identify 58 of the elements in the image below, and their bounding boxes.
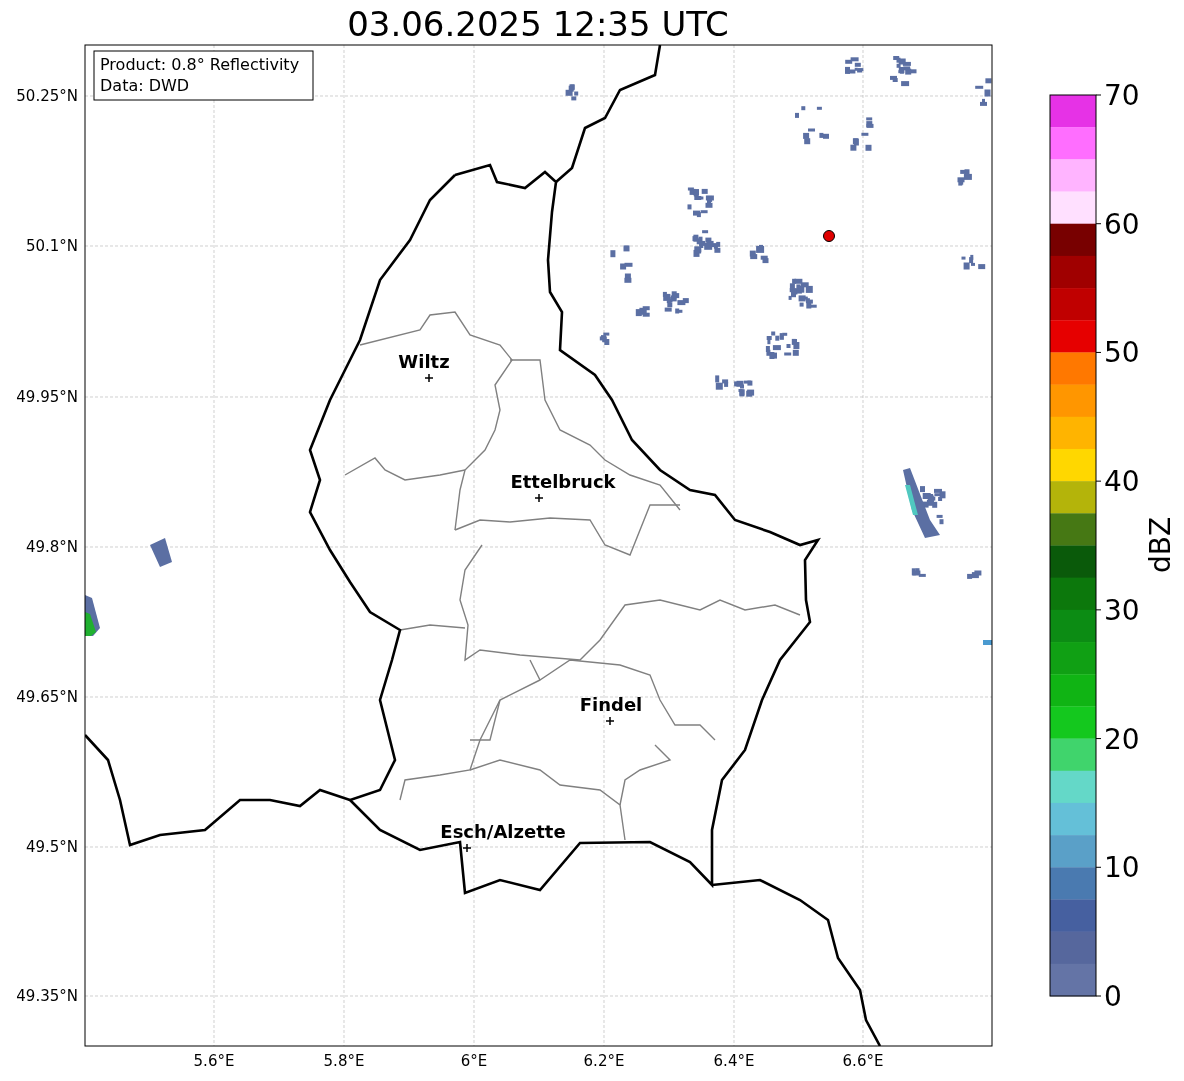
city-label: Esch/Alzette [440,821,566,842]
radar-echo [850,117,874,151]
radar-echo [635,306,650,317]
longitude-label: 6.6°E [842,1052,884,1070]
radar-echo [715,375,729,390]
radar-echo [795,106,829,145]
latitude-label: 50.25°N [16,87,78,105]
latitude-label: 49.95°N [16,388,78,406]
radar-echo [967,570,982,579]
radar-echo [975,78,992,106]
latitude-label: 49.65°N [16,688,78,706]
longitude-label: 6.4°E [713,1052,755,1070]
city-label: Wiltz [398,351,450,372]
info-text: Data: DWD [100,76,190,95]
latitude-label: 49.5°N [25,838,78,856]
longitude-label: 5.6°E [193,1052,235,1070]
longitude-label: 6.2°E [583,1052,625,1070]
city-marker [424,373,434,383]
radar-echo [692,230,721,257]
radar-echo [961,254,986,270]
radar-echo [890,56,917,87]
radar-echo [610,245,633,283]
colorbar-tick-label: 0 [1104,980,1122,1013]
city-label: Findel [579,694,643,715]
colorbar-tick-label: 70 [1104,79,1140,112]
radar-echo [599,332,610,345]
radar-echo [845,57,864,74]
longitude-label: 5.8°E [323,1052,365,1070]
radar-echo [662,291,689,314]
radar-echo [687,187,714,218]
latitude-label: 49.8°N [25,538,78,556]
radar-echo [765,331,800,359]
radar-echo [734,380,755,397]
city-marker [462,843,472,853]
colorbar-tick-label: 40 [1104,465,1140,499]
colorbar-tick-label: 20 [1104,722,1140,756]
radar-echo [911,568,926,577]
radar-echo [749,244,769,264]
latitude-label: 49.35°N [16,987,78,1005]
radar-echo [565,84,579,101]
city-label: Ettelbruck [510,471,616,492]
colorbar-tick-label: 30 [1104,593,1140,627]
info-text: Product: 0.8° Reflectivity [100,55,300,74]
colorbar-tick-label: 60 [1104,207,1140,241]
radar-echo [150,538,172,567]
longitude-label: 6°E [460,1052,488,1070]
colorbar-label: dBZ [1144,516,1177,574]
city-marker [605,716,615,726]
radar-site-marker [823,230,835,242]
colorbar-tick-label: 10 [1104,851,1140,885]
radar-echo [788,278,817,309]
radar-echo [957,169,972,186]
latitude-label: 50.1°N [25,237,78,255]
city-marker [534,493,544,503]
map-title: 03.06.2025 12:35 UTC [347,4,729,44]
radar-echo [85,595,100,636]
colorbar-tick-label: 50 [1104,336,1140,370]
radar-echo [983,640,992,645]
